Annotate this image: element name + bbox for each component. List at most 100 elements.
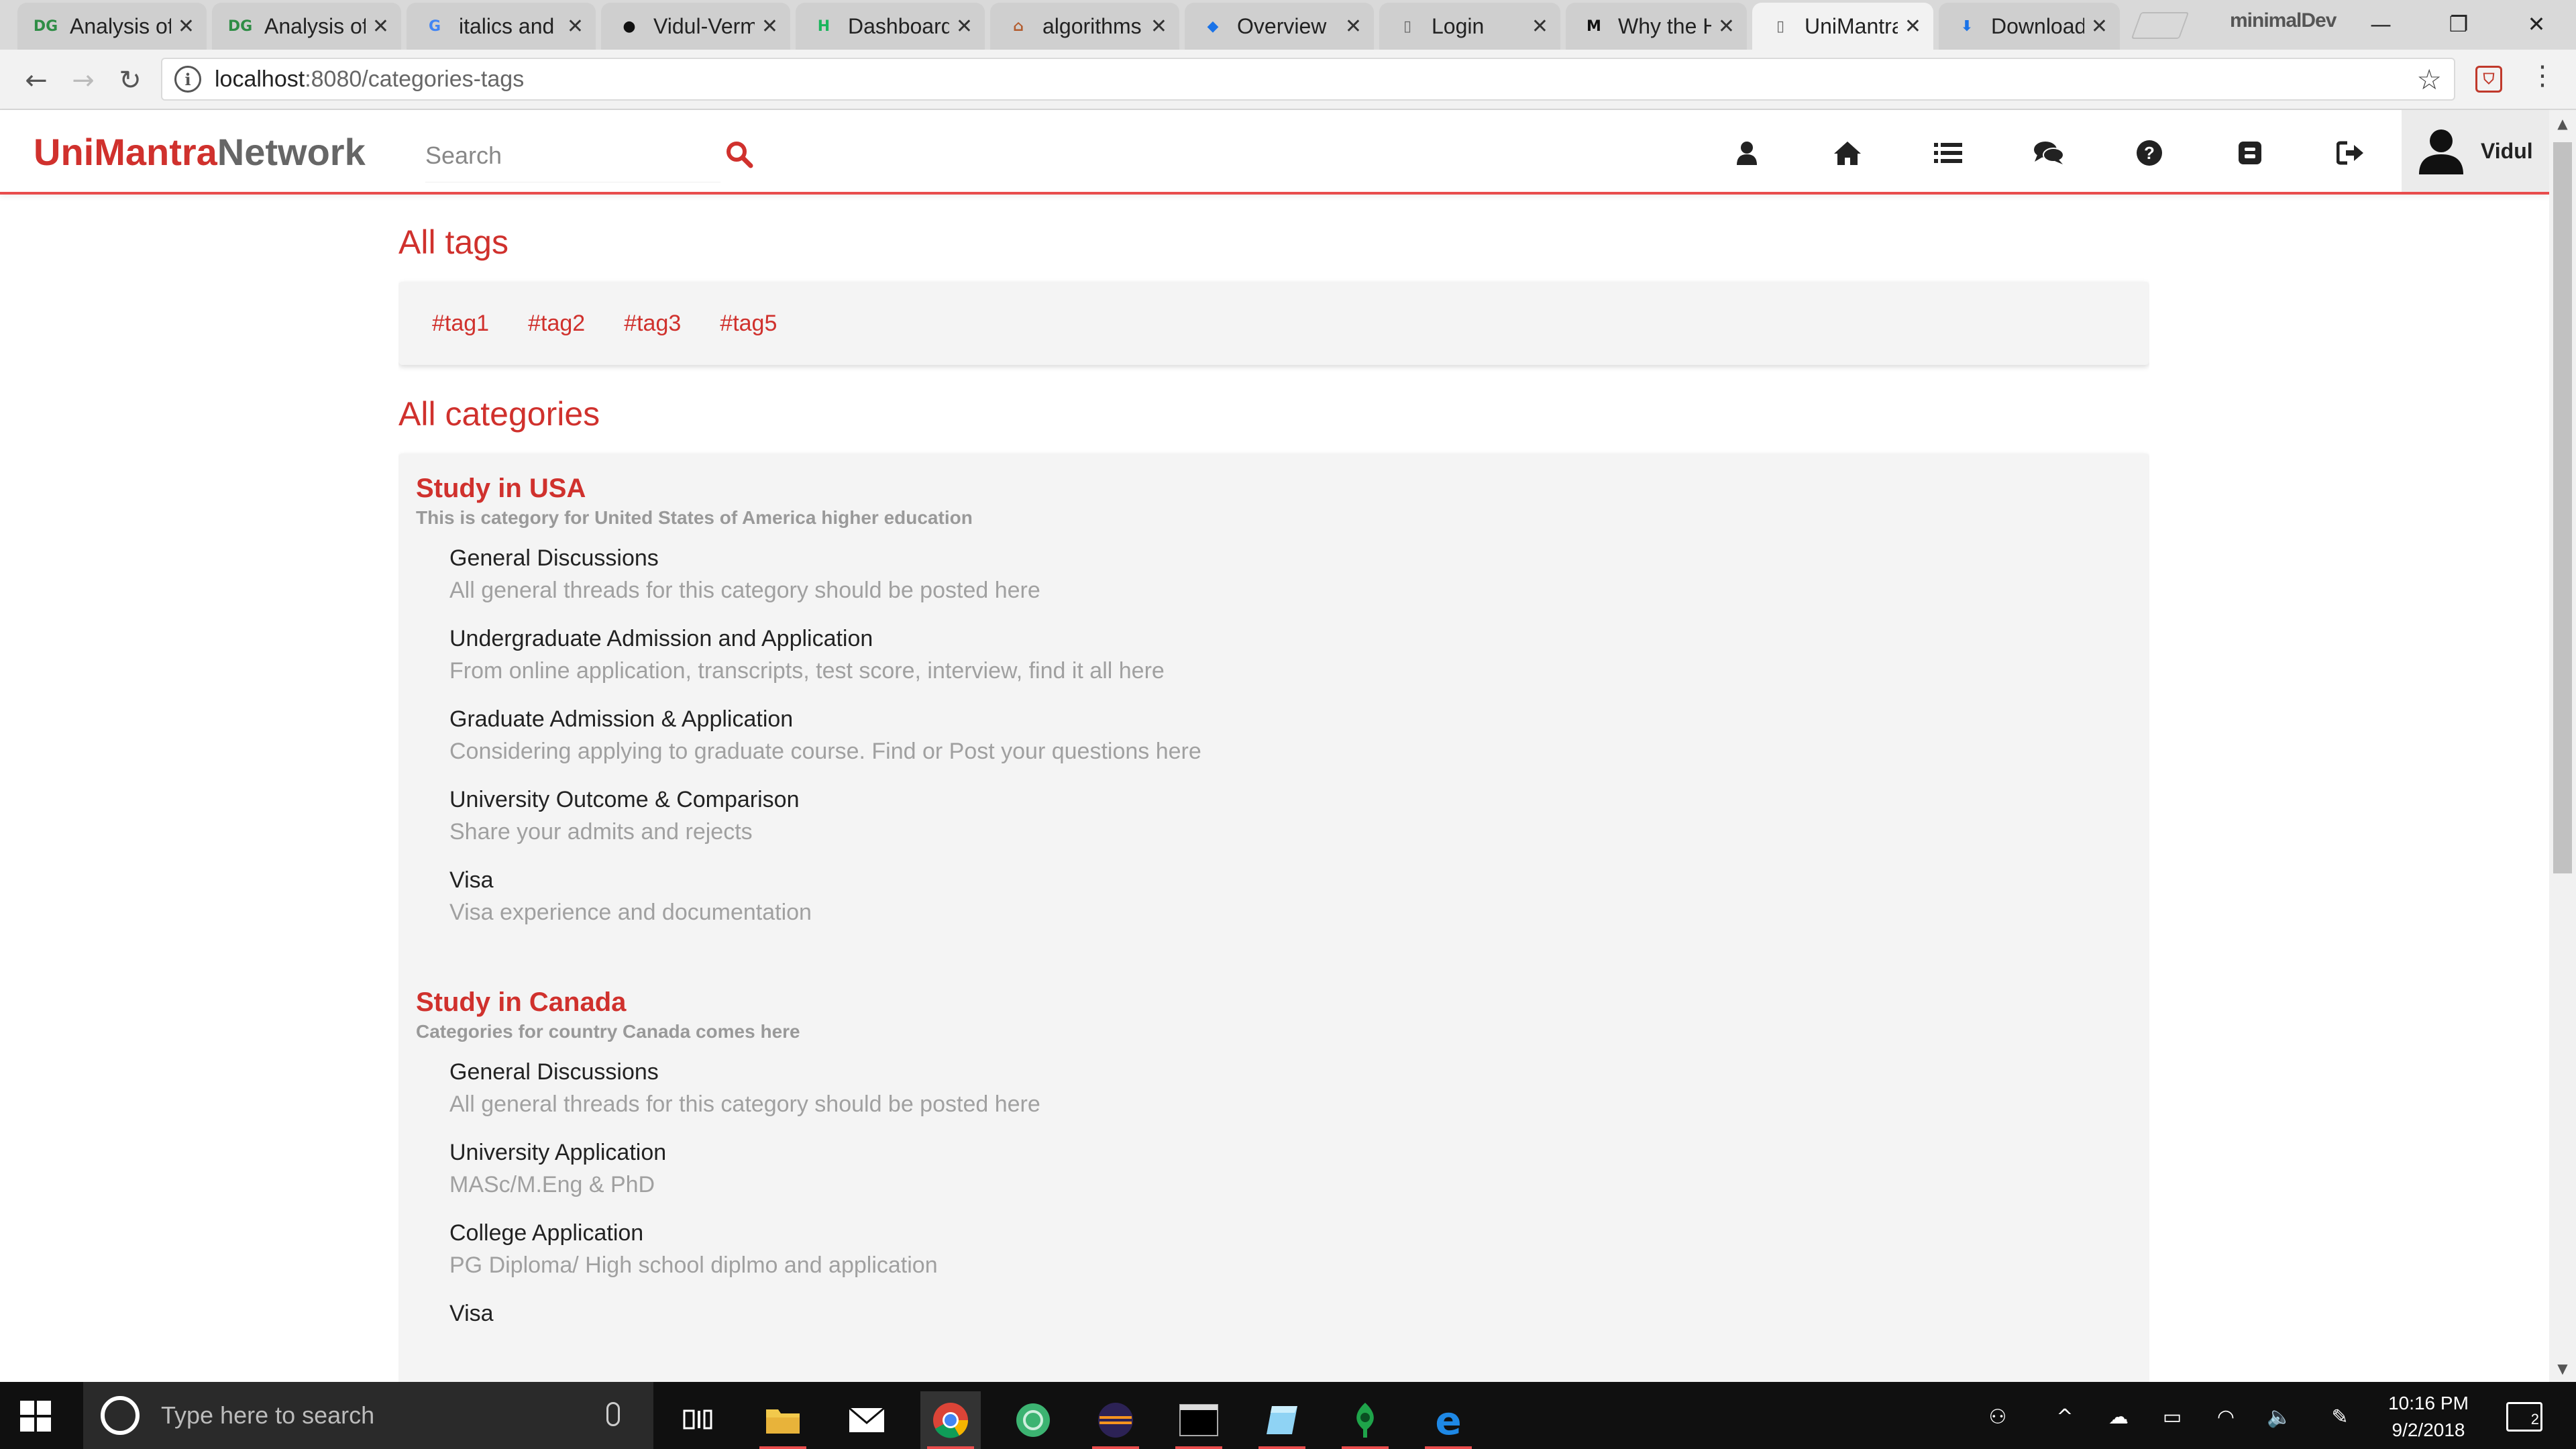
back-button[interactable]: ← <box>17 62 55 99</box>
logout-icon[interactable] <box>2332 134 2369 172</box>
battery-icon[interactable]: ▭ <box>2153 1402 2191 1432</box>
scrollbar-thumb[interactable] <box>2553 142 2572 873</box>
github-icon: ● <box>623 17 636 35</box>
volume-icon[interactable]: 🔈 <box>2261 1402 2298 1432</box>
page-scrollbar[interactable]: ▲ ▼ <box>2549 110 2576 1382</box>
browser-tab[interactable]: ▯ UniMantra ✕ <box>1752 3 1933 50</box>
site-info-icon[interactable]: i <box>174 66 201 93</box>
forward-button[interactable]: → <box>64 62 102 99</box>
task-view-icon[interactable] <box>667 1391 728 1449</box>
tag-link[interactable]: #tag1 <box>432 311 489 337</box>
subcategory-name[interactable]: Visa <box>449 1297 2132 1330</box>
scroll-up-arrow[interactable]: ▲ <box>2549 110 2576 137</box>
scroll-down-arrow[interactable]: ▼ <box>2549 1355 2576 1382</box>
address-url[interactable]: localhost:8080/categories-tags <box>215 66 524 93</box>
wifi-icon[interactable]: ◠ <box>2207 1402 2245 1432</box>
subcategory-item[interactable]: Visa <box>449 1297 2132 1330</box>
taskbar-clock[interactable]: 10:16 PM 9/2/2018 <box>2368 1390 2489 1444</box>
subcategory-item[interactable]: University Application MASc/M.Eng & PhD <box>449 1136 2132 1201</box>
list-icon[interactable] <box>1929 134 1967 172</box>
reload-button[interactable]: ↻ <box>111 62 149 99</box>
subcategory-name[interactable]: General Discussions <box>449 542 2132 574</box>
close-tab-icon[interactable]: ✕ <box>1532 15 1548 38</box>
terminal-icon[interactable] <box>1169 1391 1229 1449</box>
chat-icon[interactable] <box>2030 134 2068 172</box>
eclipse-icon[interactable] <box>1085 1391 1146 1449</box>
people-icon[interactable]: ⚇ <box>1979 1402 2017 1432</box>
show-hidden-icons-icon[interactable]: ^ <box>2046 1402 2084 1432</box>
close-tab-icon[interactable]: ✕ <box>1150 15 1167 38</box>
browser-tab[interactable]: ⬇ Download ✕ <box>1939 3 2120 50</box>
action-center-icon[interactable]: 2 <box>2506 1402 2542 1432</box>
chrome-icon[interactable] <box>920 1391 981 1449</box>
home-icon[interactable] <box>1829 134 1866 172</box>
sourcetree-icon[interactable] <box>1335 1391 1395 1449</box>
microphone-icon[interactable] <box>606 1402 620 1426</box>
user-menu[interactable]: Vidul <box>2402 110 2549 192</box>
notepad-icon[interactable] <box>1252 1391 1312 1449</box>
restore-window-button[interactable]: ❐ <box>2422 5 2496 43</box>
minimize-window-button[interactable]: — <box>2344 5 2418 43</box>
profile-icon[interactable] <box>1728 134 1766 172</box>
search-icon[interactable] <box>724 140 758 173</box>
pen-workspace-icon[interactable]: ✎ <box>2321 1402 2359 1432</box>
tag-link[interactable]: #tag5 <box>720 311 777 337</box>
search-input[interactable] <box>425 129 707 182</box>
subcategory-name[interactable]: General Discussions <box>449 1056 2132 1088</box>
subcategory-name[interactable]: University Application <box>449 1136 2132 1169</box>
taskbar-search-box[interactable]: Type here to search <box>83 1382 653 1449</box>
edge-icon[interactable]: e <box>1418 1391 1479 1449</box>
subcategory-item[interactable]: College Application PG Diploma/ High scho… <box>449 1217 2132 1281</box>
blog-icon[interactable] <box>2231 134 2269 172</box>
browser-tab[interactable]: ● Vidul-Verm ✕ <box>601 3 790 50</box>
windows-start-icon[interactable] <box>20 1401 51 1432</box>
subcategory-item[interactable]: Graduate Admission & Application Consider… <box>449 703 2132 767</box>
browser-tab[interactable]: ⌂ algorithms ✕ <box>990 3 1179 50</box>
mail-icon[interactable] <box>837 1391 897 1449</box>
close-tab-icon[interactable]: ✕ <box>372 15 389 38</box>
subcategory-item[interactable]: General Discussions All general threads f… <box>449 1056 2132 1120</box>
browser-tab[interactable]: Gitalics and ✕ <box>407 3 596 50</box>
subcategory-name[interactable]: Visa <box>449 864 2132 896</box>
subcategory-item[interactable]: Visa Visa experience and documentation <box>449 864 2132 928</box>
address-bar[interactable]: i localhost:8080/categories-tags ☆ <box>161 58 2455 101</box>
close-tab-icon[interactable]: ✕ <box>956 15 973 38</box>
help-icon[interactable]: ? <box>2131 134 2168 172</box>
app-green-icon[interactable] <box>1003 1391 1063 1449</box>
onedrive-icon[interactable]: ☁ <box>2100 1402 2137 1432</box>
subcategory-name[interactable]: Graduate Admission & Application <box>449 703 2132 735</box>
close-tab-icon[interactable]: ✕ <box>2091 15 2108 38</box>
tag-link[interactable]: #tag2 <box>528 311 585 337</box>
category-title[interactable]: Study in Canada <box>416 985 2132 1020</box>
browser-tab[interactable]: ◆ Overview ✕ <box>1185 3 1374 50</box>
close-tab-icon[interactable]: ✕ <box>178 15 195 38</box>
file-explorer-icon[interactable] <box>753 1391 813 1449</box>
new-tab-button[interactable] <box>2131 12 2190 39</box>
pocket-extension-icon[interactable]: ⛉ <box>2475 66 2502 93</box>
subcategory-item[interactable]: Undergraduate Admission and Application F… <box>449 623 2132 687</box>
subcategory-item[interactable]: University Outcome & Comparison Share you… <box>449 784 2132 848</box>
cortana-icon[interactable] <box>101 1396 140 1435</box>
close-tab-icon[interactable]: ✕ <box>567 15 584 38</box>
browser-tab[interactable]: DG Analysis of ✕ <box>212 3 401 50</box>
tab-title: Analysis of <box>70 13 171 38</box>
tag-link[interactable]: #tag3 <box>624 311 681 337</box>
browser-tab[interactable]: M Why the H ✕ <box>1566 3 1747 50</box>
close-window-button[interactable]: ✕ <box>2500 5 2573 43</box>
browser-tab[interactable]: DG Analysis of ✕ <box>17 3 207 50</box>
subcategory-name[interactable]: Undergraduate Admission and Application <box>449 623 2132 655</box>
brand-logo[interactable]: UniMantraNetwork <box>34 130 366 174</box>
browser-tab[interactable]: H Dashboard ✕ <box>796 3 985 50</box>
close-tab-icon[interactable]: ✕ <box>1904 15 1921 38</box>
browser-profile-name[interactable]: minimalDev <box>2230 9 2337 32</box>
close-tab-icon[interactable]: ✕ <box>1345 15 1362 38</box>
browser-tab[interactable]: ▯ Login ✕ <box>1379 3 1560 50</box>
bookmark-star-icon[interactable]: ☆ <box>2416 63 2442 96</box>
browser-menu-icon[interactable]: ⋮ <box>2529 60 2556 91</box>
subcategory-item[interactable]: General Discussions All general threads f… <box>449 542 2132 606</box>
subcategory-name[interactable]: College Application <box>449 1217 2132 1249</box>
close-tab-icon[interactable]: ✕ <box>1718 15 1735 38</box>
subcategory-name[interactable]: University Outcome & Comparison <box>449 784 2132 816</box>
close-tab-icon[interactable]: ✕ <box>761 15 778 38</box>
category-title[interactable]: Study in USA <box>416 471 2132 506</box>
